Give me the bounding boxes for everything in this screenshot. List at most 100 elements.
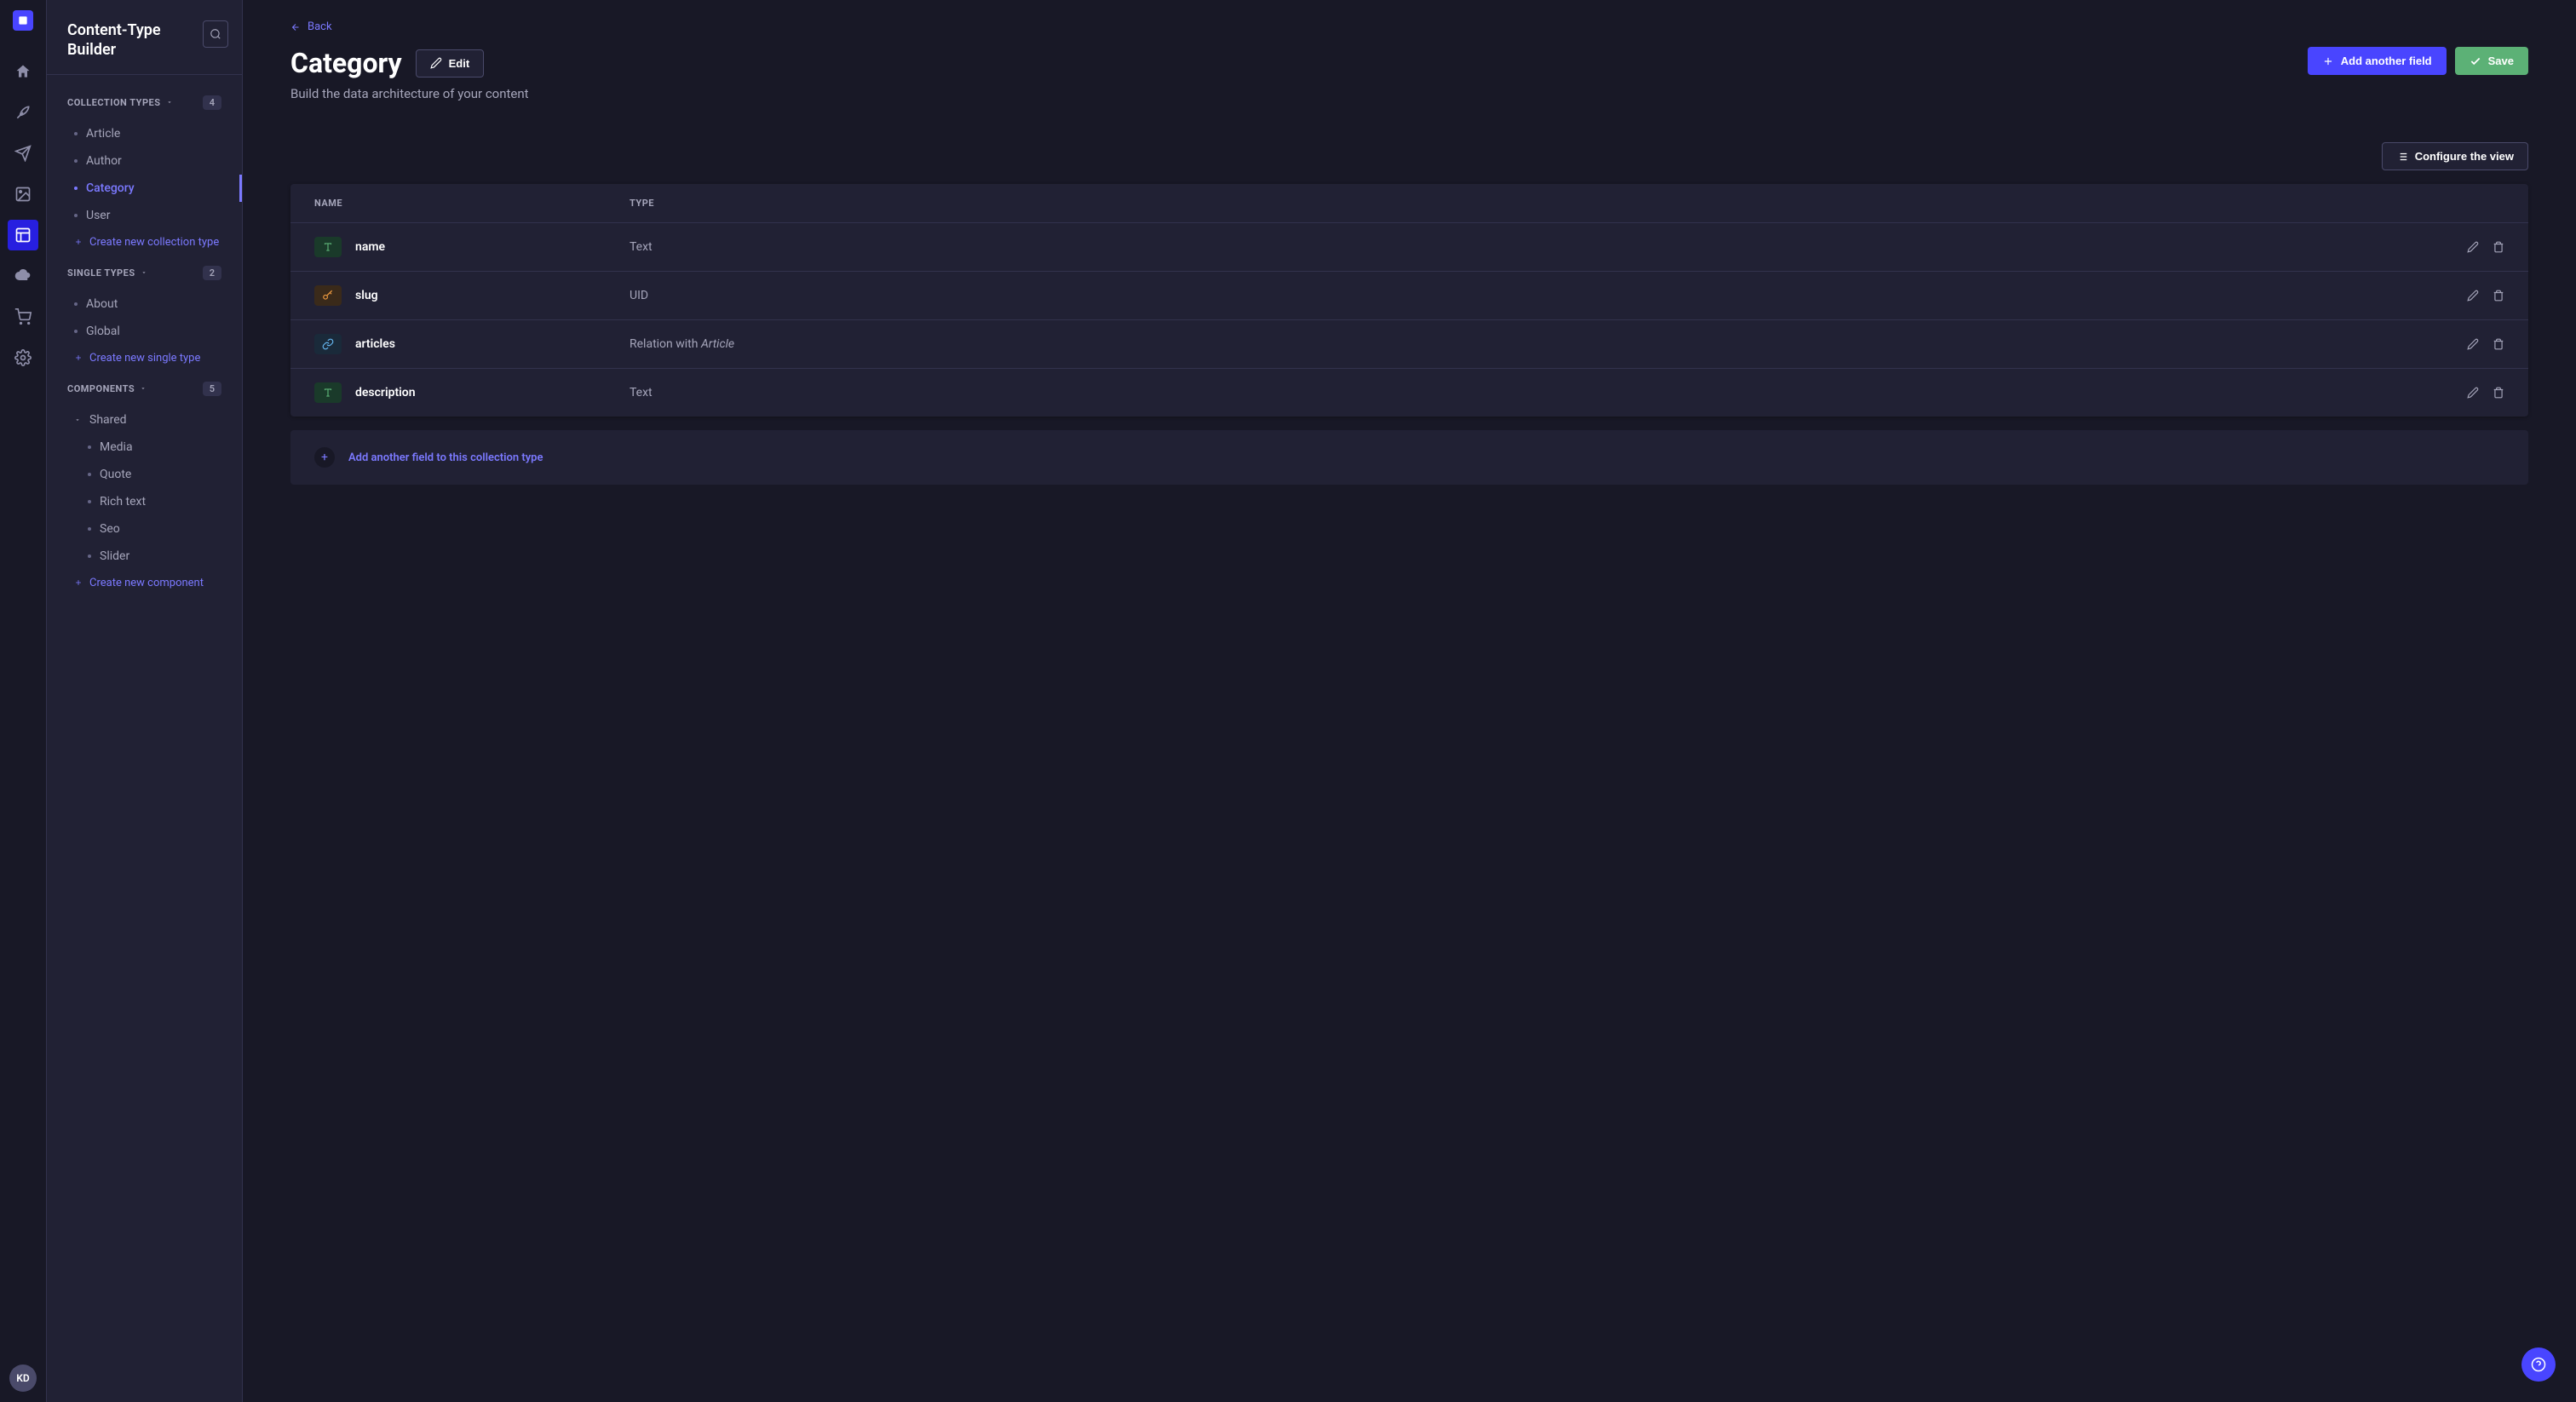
- pencil-icon: [2467, 241, 2479, 253]
- component-group-shared[interactable]: Shared: [47, 406, 242, 434]
- delete-field-button[interactable]: [2493, 387, 2504, 399]
- logo-icon: [17, 14, 29, 26]
- delete-field-button[interactable]: [2493, 241, 2504, 253]
- field-type: Text: [630, 386, 2436, 399]
- sidebar-item-label: Slider: [100, 549, 129, 563]
- edit-field-button[interactable]: [2467, 387, 2479, 399]
- nav-settings[interactable]: [8, 342, 38, 373]
- delete-field-button[interactable]: [2493, 338, 2504, 350]
- sidebar-item-about[interactable]: About: [47, 290, 242, 318]
- sidebar-item-article[interactable]: Article: [47, 120, 242, 147]
- back-link[interactable]: Back: [290, 20, 332, 33]
- sidebar-item-label: Global: [86, 325, 120, 338]
- help-fab[interactable]: [2521, 1347, 2556, 1382]
- trash-icon: [2493, 241, 2504, 253]
- delete-field-button[interactable]: [2493, 290, 2504, 302]
- field-name: name: [355, 240, 385, 254]
- sidebar-item-label: Seo: [100, 522, 120, 536]
- sidebar-item-quote[interactable]: Quote: [47, 461, 242, 488]
- chevron-down-icon: [141, 269, 147, 276]
- create-component[interactable]: Create new component: [47, 570, 242, 596]
- search-button[interactable]: [203, 20, 228, 48]
- sidebar-item-rich-text[interactable]: Rich text: [47, 488, 242, 515]
- sidebar-item-seo[interactable]: Seo: [47, 515, 242, 543]
- sidebar-panel: Content-Type Builder COLLECTION TYPES 4 …: [47, 0, 243, 1402]
- nav-rail: KD: [0, 0, 47, 1402]
- section-collection-types[interactable]: COLLECTION TYPES 4: [47, 89, 242, 117]
- nav-home[interactable]: [8, 56, 38, 87]
- create-link-label: Create new collection type: [89, 236, 219, 249]
- field-type-icon: [314, 382, 342, 403]
- sidebar-item-category[interactable]: Category: [47, 175, 242, 202]
- field-type: UID: [630, 289, 2436, 302]
- bullet-icon: [88, 527, 91, 531]
- nav-plugins[interactable]: [8, 261, 38, 291]
- plus-circle-icon: +: [314, 447, 335, 468]
- field-type-icon: [314, 334, 342, 354]
- sidebar-item-label: Quote: [100, 468, 131, 481]
- plus-icon: [74, 353, 83, 362]
- app-logo[interactable]: [13, 10, 33, 31]
- nav-media[interactable]: [8, 179, 38, 210]
- question-icon: [2531, 1357, 2546, 1372]
- sidebar-item-slider[interactable]: Slider: [47, 543, 242, 570]
- field-type: Text: [630, 240, 2436, 254]
- sidebar-item-label: Article: [86, 127, 120, 141]
- sidebar-title: Content-Type Builder: [67, 20, 203, 60]
- create-single-type[interactable]: Create new single type: [47, 345, 242, 371]
- sidebar-item-author[interactable]: Author: [47, 147, 242, 175]
- sidebar-item-media[interactable]: Media: [47, 434, 242, 461]
- paper-plane-icon: [14, 145, 32, 162]
- nav-content-type-builder[interactable]: [8, 220, 38, 250]
- nav-publish[interactable]: [8, 138, 38, 169]
- plus-icon: [74, 238, 83, 246]
- edit-field-button[interactable]: [2467, 241, 2479, 253]
- bullet-icon: [88, 500, 91, 503]
- add-field-row[interactable]: + Add another field to this collection t…: [290, 430, 2528, 485]
- fields-table: NAME TYPE name Text slug UID articles Re: [290, 184, 2528, 417]
- layout-icon: [14, 227, 32, 244]
- edit-field-button[interactable]: [2467, 290, 2479, 302]
- page-title: Category: [290, 47, 402, 79]
- configure-view-label: Configure the view: [2415, 150, 2514, 163]
- user-avatar[interactable]: KD: [9, 1365, 37, 1392]
- edit-button[interactable]: Edit: [416, 49, 485, 78]
- feather-icon: [14, 104, 32, 121]
- search-icon: [210, 28, 221, 40]
- section-label-collection: COLLECTION TYPES: [67, 97, 161, 108]
- configure-view-button[interactable]: Configure the view: [2382, 142, 2528, 170]
- main-content: Back Category Edit Add another field Sav…: [243, 0, 2576, 1402]
- nav-content[interactable]: [8, 97, 38, 128]
- page-subtitle: Build the data architecture of your cont…: [290, 86, 2528, 101]
- bullet-icon: [88, 554, 91, 558]
- column-header-name: NAME: [314, 198, 630, 209]
- edit-field-button[interactable]: [2467, 338, 2479, 350]
- add-field-button[interactable]: Add another field: [2308, 47, 2447, 75]
- section-single-types[interactable]: SINGLE TYPES 2: [47, 259, 242, 287]
- field-name: description: [355, 386, 416, 399]
- table-row: slug UID: [290, 272, 2528, 320]
- section-label-components: COMPONENTS: [67, 383, 135, 394]
- home-icon: [14, 63, 32, 80]
- create-link-label: Create new component: [89, 577, 204, 589]
- create-collection-type[interactable]: Create new collection type: [47, 229, 242, 256]
- sidebar-item-user[interactable]: User: [47, 202, 242, 229]
- check-icon: [2470, 55, 2481, 67]
- table-row: articles Relation with Article: [290, 320, 2528, 369]
- save-button-label: Save: [2488, 55, 2514, 67]
- sidebar-item-global[interactable]: Global: [47, 318, 242, 345]
- field-name: slug: [355, 289, 378, 302]
- section-components[interactable]: COMPONENTS 5: [47, 375, 242, 403]
- cloud-icon: [14, 267, 32, 284]
- pencil-icon: [2467, 338, 2479, 350]
- sidebar-item-label: About: [86, 297, 118, 311]
- component-group-label: Shared: [89, 413, 127, 427]
- field-type: Relation with Article: [630, 337, 2436, 351]
- bullet-icon: [74, 159, 78, 163]
- count-badge-components: 5: [203, 382, 221, 396]
- save-button[interactable]: Save: [2455, 47, 2528, 75]
- link-icon: [322, 338, 334, 350]
- section-label-single: SINGLE TYPES: [67, 267, 135, 279]
- key-icon: [322, 290, 334, 302]
- nav-marketplace[interactable]: [8, 302, 38, 332]
